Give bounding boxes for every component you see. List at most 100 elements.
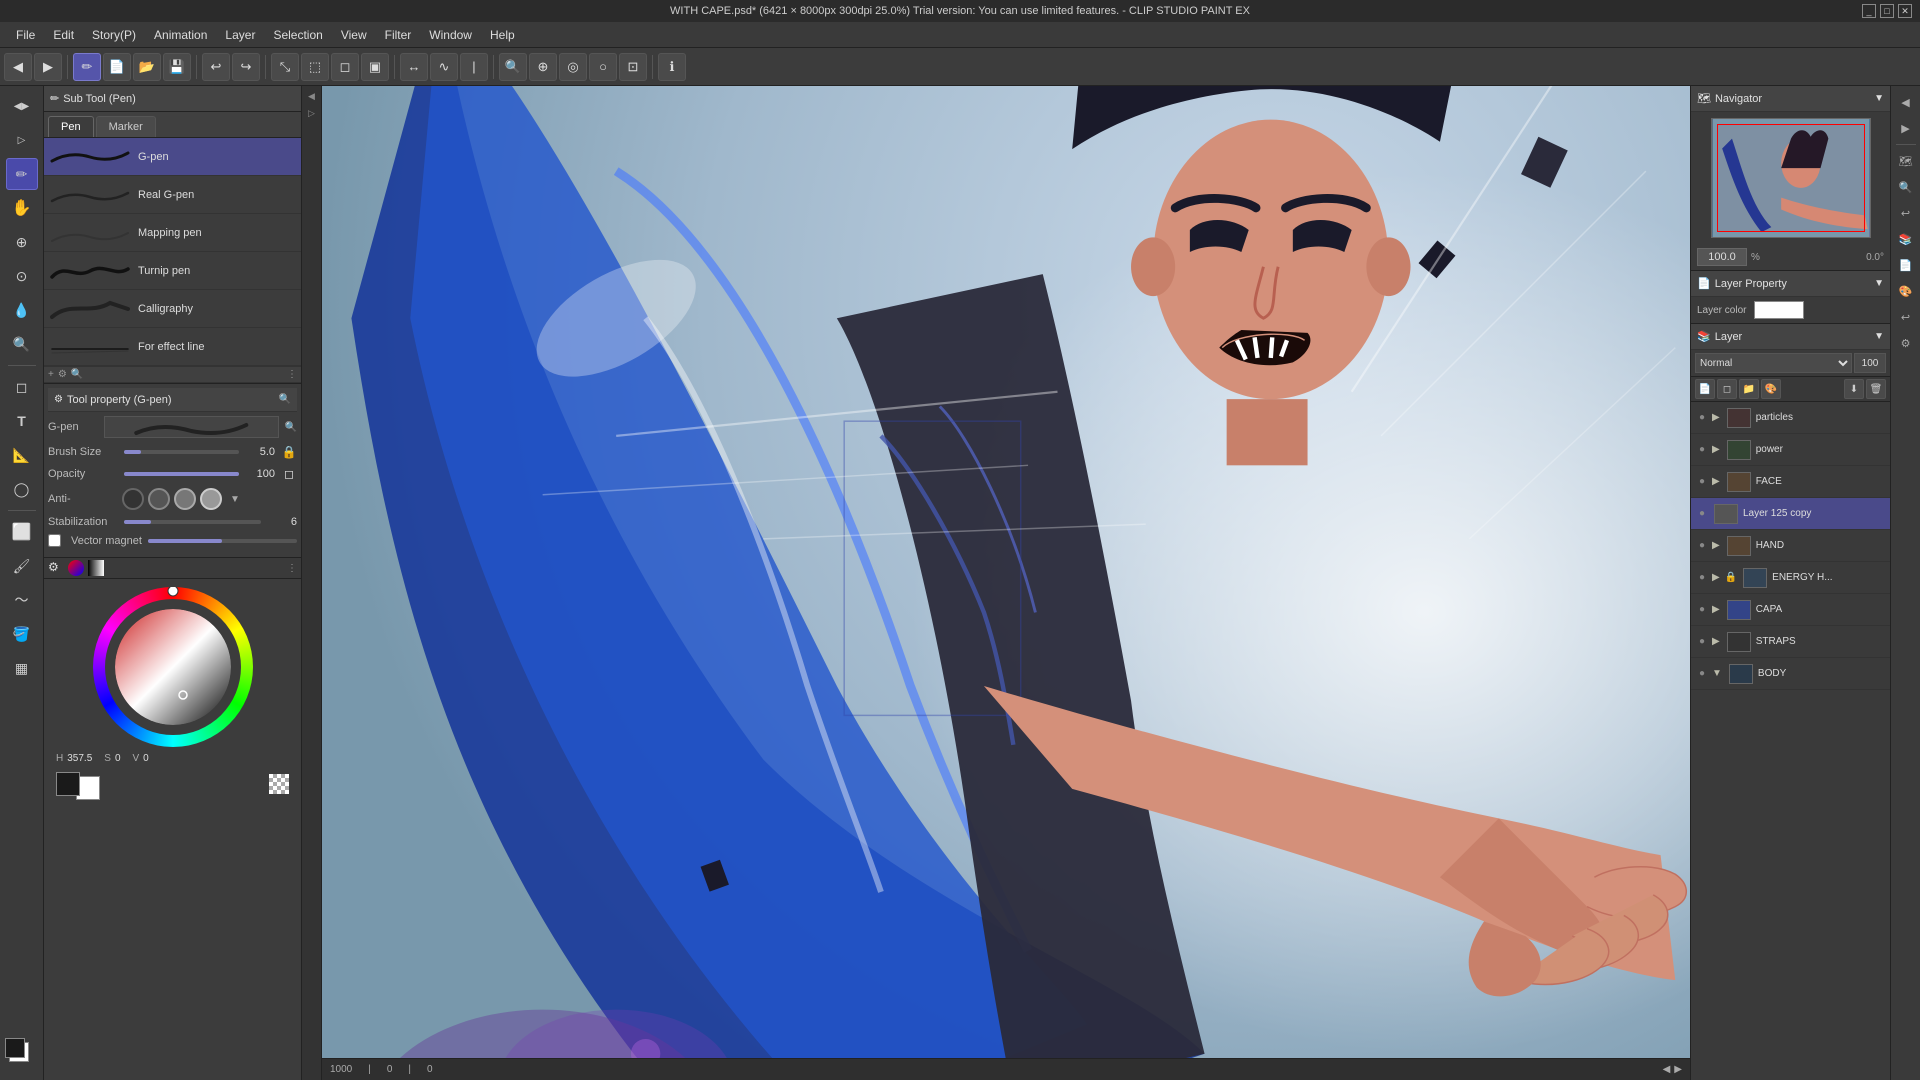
new-vector-layer[interactable]: ◻	[1717, 379, 1737, 399]
toolbar-curve[interactable]: ∿	[430, 53, 458, 81]
menu-filter[interactable]: Filter	[377, 26, 420, 44]
layer-125-copy[interactable]: ● Layer 125 copy	[1691, 498, 1890, 530]
folder-expand-straps[interactable]: ▶	[1712, 636, 1720, 647]
foreground-color[interactable]	[5, 1038, 25, 1058]
mini-btn-1[interactable]: ◀	[304, 88, 320, 104]
transparent-swatch[interactable]	[269, 774, 289, 794]
window-controls[interactable]: _ □ ✕	[1862, 4, 1912, 18]
toolbar-oval[interactable]: ○	[589, 53, 617, 81]
toolbar-straight[interactable]: |	[460, 53, 488, 81]
toolbar-magic[interactable]: ◎	[559, 53, 587, 81]
tool-bucket[interactable]: 🪣	[6, 618, 38, 650]
tool-eyedrop[interactable]: 💧	[6, 294, 38, 326]
tool-eraser[interactable]: ⬜	[6, 516, 38, 548]
color-gradient-icon[interactable]	[88, 560, 104, 576]
layer-energy[interactable]: ● ▶ 🔒 ENERGY H...	[1691, 562, 1890, 594]
tool-blend[interactable]: 〜	[6, 584, 38, 616]
right-zoom-btn[interactable]: 🔍	[1894, 175, 1918, 199]
brush-mapping-pen[interactable]: Mapping pen	[44, 214, 301, 252]
right-layer-prop-btn[interactable]: 📄	[1894, 253, 1918, 277]
merge-layers[interactable]: ⬇	[1844, 379, 1864, 399]
toolbar-eraser[interactable]: ◻	[331, 53, 359, 81]
navigator-thumbnail[interactable]	[1711, 118, 1871, 238]
tool-rect[interactable]: ◻	[6, 371, 38, 403]
aa-medium[interactable]	[174, 488, 196, 510]
color-wheel[interactable]	[93, 587, 253, 747]
minimize-button[interactable]: _	[1862, 4, 1876, 18]
tool-auto-select[interactable]: ⊙	[6, 260, 38, 292]
right-color-btn[interactable]: 🎨	[1894, 279, 1918, 303]
color-selector[interactable]	[5, 1038, 39, 1072]
toolbar-transform[interactable]: ⤡	[271, 53, 299, 81]
toolbar-nav-fwd[interactable]: ▶	[34, 53, 62, 81]
aa-dropdown[interactable]: ▼	[230, 494, 240, 505]
aa-weak[interactable]	[148, 488, 170, 510]
tool-move[interactable]: ✋	[6, 192, 38, 224]
right-history-btn[interactable]: ↩	[1894, 305, 1918, 329]
opacity-slider[interactable]	[124, 472, 239, 476]
folder-expand-face[interactable]: ▶	[1712, 476, 1720, 487]
tool-zoom-tool[interactable]: 🔍	[6, 328, 38, 360]
toolbar-ruler[interactable]: ↔	[400, 53, 428, 81]
layer-vis-power[interactable]: ●	[1695, 443, 1709, 457]
layer-color-swatch[interactable]	[1754, 301, 1804, 319]
layer-vis-hand[interactable]: ●	[1695, 539, 1709, 553]
zoom-input[interactable]	[1697, 248, 1747, 266]
layer-expand-body[interactable]: ▼	[1712, 668, 1722, 679]
brush-more-btn[interactable]: ⋮	[287, 369, 297, 380]
color-settings-icon[interactable]: ⚙	[48, 560, 64, 576]
toolbar-fill[interactable]: ▣	[361, 53, 389, 81]
tab-marker[interactable]: Marker	[96, 116, 156, 137]
right-nav-next[interactable]: ▶	[1894, 116, 1918, 140]
menu-help[interactable]: Help	[482, 26, 523, 44]
layer-prop-collapse[interactable]: ▼	[1874, 278, 1884, 289]
tool-small-nav[interactable]: ◀▶	[6, 90, 38, 122]
menu-file[interactable]: File	[8, 26, 43, 44]
tool-gradient[interactable]: ▦	[6, 652, 38, 684]
bottom-nav-prev[interactable]: ◀	[1663, 1064, 1671, 1075]
toolbar-undo[interactable]: ↩	[202, 53, 230, 81]
toolbar-lasso[interactable]: ⊕	[529, 53, 557, 81]
menu-layer[interactable]: Layer	[217, 26, 263, 44]
layer-vis-straps[interactable]: ●	[1695, 635, 1709, 649]
layer-vis-particles[interactable]: ●	[1695, 411, 1709, 425]
brush-turnip-pen[interactable]: Turnip pen	[44, 252, 301, 290]
folder-expand-hand[interactable]: ▶	[1712, 540, 1720, 551]
toolbar-nav-back[interactable]: ◀	[4, 53, 32, 81]
foreground-swatch[interactable]	[56, 772, 80, 796]
layer-straps[interactable]: ● ▶ STRAPS	[1691, 626, 1890, 658]
tool-lasso[interactable]: ⊕	[6, 226, 38, 258]
color-more-icon[interactable]: ⋮	[287, 563, 297, 574]
menu-selection[interactable]: Selection	[265, 26, 330, 44]
stabilization-slider[interactable]	[124, 520, 261, 524]
layer-power[interactable]: ● ▶ power	[1691, 434, 1890, 466]
close-button[interactable]: ✕	[1898, 4, 1912, 18]
tool-paint[interactable]: 🖌	[6, 550, 38, 582]
toolbar-new[interactable]: 📄	[103, 53, 131, 81]
new-folder[interactable]: 📁	[1739, 379, 1759, 399]
canvas-viewport[interactable]: 1000 | 0 | 0 ◀ ▶	[322, 86, 1690, 1080]
menu-edit[interactable]: Edit	[45, 26, 82, 44]
brush-calligraphy[interactable]: Calligraphy	[44, 290, 301, 328]
right-settings-btn[interactable]: ⚙	[1894, 331, 1918, 355]
layer-opacity-input[interactable]	[1854, 353, 1886, 373]
toolbar-redo[interactable]: ↪	[232, 53, 260, 81]
layer-hand[interactable]: ● ▶ HAND	[1691, 530, 1890, 562]
folder-expand-capa[interactable]: ▶	[1712, 604, 1720, 615]
layer-vis-body[interactable]: ●	[1695, 667, 1709, 681]
toolbar-save[interactable]: 💾	[163, 53, 191, 81]
toolbar-output[interactable]: ⊡	[619, 53, 647, 81]
new-correction[interactable]: 🎨	[1761, 379, 1781, 399]
layer-vis-face[interactable]: ●	[1695, 475, 1709, 489]
hue-cursor[interactable]	[168, 587, 178, 596]
tool-pen[interactable]: ✏	[6, 158, 38, 190]
vector-magnet-checkbox[interactable]	[48, 534, 61, 547]
toolbar-zoom-in[interactable]: 🔍	[499, 53, 527, 81]
menu-animation[interactable]: Animation	[146, 26, 215, 44]
layer-face[interactable]: ● ▶ FACE	[1691, 466, 1890, 498]
layer-body[interactable]: ● ▼ BODY	[1691, 658, 1890, 690]
color-wheel-icon[interactable]	[68, 560, 84, 576]
aa-strong[interactable]	[200, 488, 222, 510]
layer-vis-125[interactable]: ●	[1695, 507, 1709, 521]
right-layers-btn[interactable]: 📚	[1894, 227, 1918, 251]
